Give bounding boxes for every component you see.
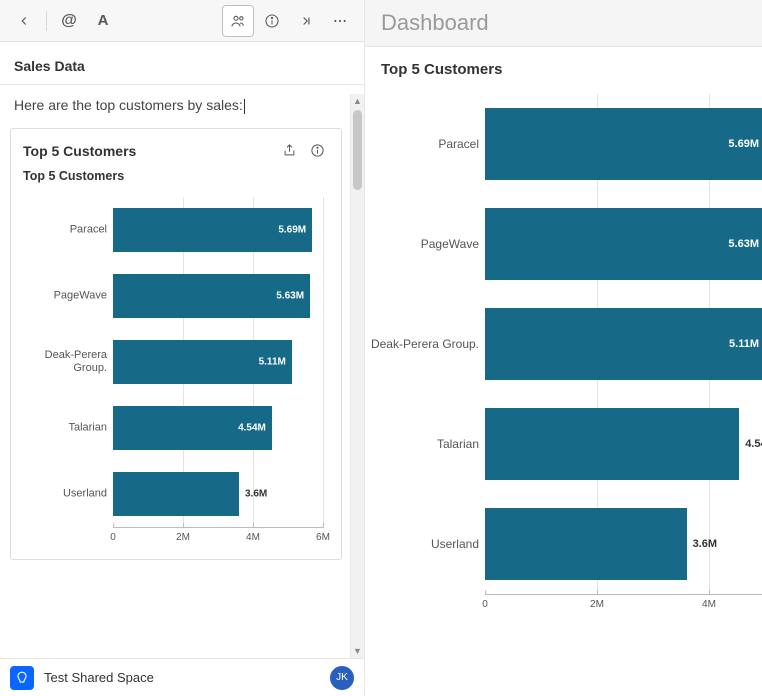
axis-tick: 2M	[590, 595, 604, 610]
value-label: 5.11M	[729, 338, 759, 350]
category-label: Paracel	[365, 137, 479, 151]
dashboard-pane: Dashboard Top 5 Customers Paracel5.69MPa…	[365, 0, 762, 696]
bar-row: Userland 3.6M	[23, 461, 329, 527]
bar[interactable]	[485, 208, 762, 280]
bar-row: Userland 3.6M	[365, 494, 762, 594]
section-title: Sales Data	[0, 42, 364, 85]
small-chart: Paracel 5.69M PageWave 5.63M Deak-Perera Gro…	[11, 189, 341, 559]
export-icon[interactable]	[277, 139, 301, 163]
space-label[interactable]: Test Shared Space	[44, 670, 320, 685]
scrollbar-thumb[interactable]	[353, 110, 362, 190]
large-chart: Paracel 5.69M PageWave 5.63M Deak-Perera Gro…	[365, 84, 762, 630]
x-axis: 0 2M 4M	[485, 594, 762, 620]
value-label: 5.63M	[276, 290, 304, 301]
bar-row: Paracel 5.69M	[365, 94, 762, 194]
axis-tick: 6M	[316, 528, 330, 543]
category-label: Deak-Perera Group.	[23, 349, 107, 375]
category-label: PageWave	[23, 289, 107, 302]
category-label: Userland	[23, 487, 107, 500]
bar[interactable]	[485, 408, 739, 480]
dashboard-title: Dashboard	[365, 0, 762, 47]
value-label: 4.54M	[745, 438, 762, 450]
category-label: Deak-Perera Group.	[365, 337, 479, 351]
category-label: Talarian	[365, 437, 479, 451]
scrollbar[interactable]: ▲ ▼	[350, 94, 364, 658]
user-avatar[interactable]: JK	[330, 666, 354, 690]
axis-tick: 0	[110, 528, 116, 543]
category-label: Talarian	[23, 421, 107, 434]
note-text-content: Here are the top customers by sales:	[14, 97, 243, 113]
bar-row: Deak-Perera Group. 5.11M	[365, 294, 762, 394]
footer: Test Shared Space JK	[0, 658, 364, 696]
bar-row: PageWave 5.63M	[23, 263, 329, 329]
mention-button[interactable]: @	[53, 5, 85, 37]
value-label: 5.69M	[728, 138, 759, 150]
value-label: 5.69M	[278, 224, 306, 235]
card-subtitle: Top 5 Customers	[11, 169, 341, 189]
axis-tick: 4M	[702, 595, 716, 610]
category-label: Userland	[365, 537, 479, 551]
value-label: 3.6M	[245, 488, 267, 499]
bar-row: Deak-Perera Group. 5.11M	[23, 329, 329, 395]
separator	[46, 11, 47, 31]
bar-row: PageWave 5.63M	[365, 194, 762, 294]
bar[interactable]	[485, 308, 762, 380]
bar[interactable]	[113, 472, 239, 516]
more-button[interactable]	[324, 5, 356, 37]
bar[interactable]	[485, 508, 687, 580]
card-title: Top 5 Customers	[23, 143, 273, 159]
chart-card: Top 5 Customers Top 5 Customers Paracel 5…	[10, 128, 342, 560]
bar-row: Paracel 5.69M	[23, 197, 329, 263]
axis-tick: 4M	[246, 528, 260, 543]
text-style-button[interactable]: A	[87, 5, 119, 37]
bar-row: Talarian 4.54M	[365, 394, 762, 494]
x-axis: 02M4M6M	[113, 527, 323, 553]
value-label: 5.11M	[259, 356, 286, 367]
go-to-end-button[interactable]	[290, 5, 322, 37]
category-label: PageWave	[365, 237, 479, 251]
axis-tick: 2M	[176, 528, 190, 543]
dashboard-chart-title: Top 5 Customers	[365, 47, 762, 84]
bar[interactable]	[485, 108, 762, 180]
value-label: 4.54M	[238, 422, 266, 433]
category-label: Paracel	[23, 223, 107, 236]
info-button[interactable]	[256, 5, 288, 37]
value-label: 5.63M	[728, 238, 759, 250]
scroll-up-icon[interactable]: ▲	[351, 94, 364, 108]
editor-body[interactable]: Here are the top customers by sales: Top…	[0, 85, 364, 696]
editor-toolbar: @ A	[0, 0, 364, 42]
axis-tick: 0	[482, 595, 488, 610]
text-cursor	[244, 99, 245, 114]
scroll-down-icon[interactable]: ▼	[351, 644, 364, 658]
card-info-icon[interactable]	[305, 139, 329, 163]
space-icon[interactable]	[10, 666, 34, 690]
value-label: 3.6M	[693, 538, 717, 550]
people-button[interactable]	[222, 5, 254, 37]
back-button[interactable]	[8, 5, 40, 37]
bar-row: Talarian 4.54M	[23, 395, 329, 461]
note-text[interactable]: Here are the top customers by sales:	[10, 85, 342, 124]
